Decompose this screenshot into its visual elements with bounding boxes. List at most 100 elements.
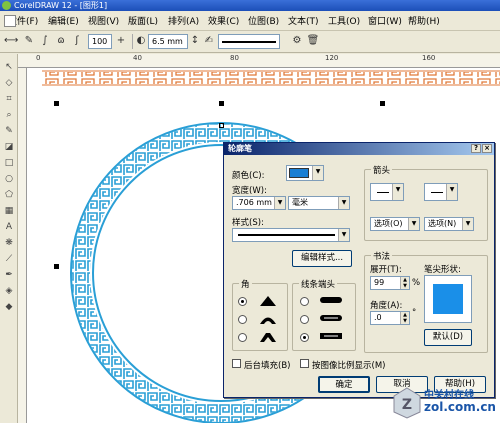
behind-fill-label: 后台填充(B) [244, 361, 291, 371]
ok-button[interactable]: 确定 [318, 376, 370, 393]
freehand-icon[interactable]: ⟷ [4, 34, 18, 48]
round-corner-icon [260, 317, 276, 324]
help-question-icon[interactable]: ? [471, 144, 481, 153]
menu-tools[interactable]: 工具(O) [324, 14, 364, 27]
line-caps-title: 线条端头 [299, 278, 338, 290]
bevel-corner-icon [260, 333, 276, 342]
arrow-options-left-dropdown[interactable]: 选项(O) ▼ [370, 217, 420, 231]
cap-butt-radio[interactable] [300, 297, 309, 306]
default-button[interactable]: 默认(D) [424, 329, 472, 346]
start-arrow-dropdown[interactable]: ▼ [370, 183, 404, 201]
basic-shapes-icon[interactable]: ▦ [2, 204, 16, 218]
menu-view[interactable]: 视图(V) [84, 14, 124, 27]
window-title-bar: CorelDRAW 12 - [图形1] [0, 0, 500, 11]
close-icon[interactable]: × [482, 144, 492, 153]
color-picker[interactable]: ▼ [286, 165, 324, 181]
smart-fill-icon[interactable]: ◪ [2, 140, 16, 154]
eyedropper-icon[interactable]: ⟋ [2, 252, 16, 266]
behind-fill-checkbox[interactable] [232, 359, 241, 368]
cap-round-radio[interactable] [300, 315, 309, 324]
zol-logo: Z [393, 387, 421, 419]
selection-handle-nw[interactable] [54, 101, 59, 106]
scale-with-image-label: 按图像比例显示(M) [312, 361, 386, 371]
watermark-brand: 中关村在线 [424, 390, 474, 401]
menu-effects[interactable]: 效果(C) [204, 14, 244, 27]
chevron-down-icon: ▼ [446, 184, 457, 200]
nib-shape-preview[interactable] [424, 275, 472, 323]
cap-square-radio[interactable] [300, 333, 309, 342]
nib-shape [433, 284, 463, 314]
menu-arrange[interactable]: 排列(A) [164, 14, 204, 27]
vertical-ruler[interactable] [18, 68, 27, 423]
svg-text:Z: Z [402, 397, 412, 413]
stretch-label: 展开(T): [370, 265, 402, 275]
interactive-fill-icon[interactable]: ◆ [2, 300, 16, 314]
stepper-icon[interactable]: ▲ ▼ [400, 312, 409, 324]
arrow-options-right-dropdown[interactable]: 选项(N) ▼ [424, 217, 474, 231]
menu-text[interactable]: 文本(T) [284, 14, 324, 27]
menu-layout[interactable]: 版面(L) [124, 14, 164, 27]
ellipse-tool-icon[interactable]: ○ [2, 172, 16, 186]
line-style-dropdown[interactable]: ▼ [232, 228, 350, 242]
spinner-icon[interactable]: ↕ [188, 34, 202, 48]
end-arrow-dropdown[interactable]: ▼ [424, 183, 458, 201]
pick-tool-icon[interactable]: ↖ [2, 60, 16, 74]
watermark-url: zol.com.cn [424, 400, 496, 414]
menu-edit[interactable]: 编辑(E) [44, 14, 84, 27]
chevron-down-icon: ▼ [312, 166, 323, 180]
corner-bevel-radio[interactable] [238, 333, 247, 342]
center-marker [219, 123, 224, 128]
chevron-down-icon: ▼ [392, 184, 403, 200]
selection-handle-w[interactable] [54, 264, 59, 269]
percent-label: % [412, 278, 421, 288]
polygon-tool-icon[interactable]: ⬠ [2, 188, 16, 202]
shape-tool-icon[interactable]: ◇ [2, 76, 16, 90]
delete-icon[interactable]: 🗑 [306, 34, 320, 48]
stretch-input[interactable]: 99 ▲ ▼ [370, 276, 410, 290]
freehand-tool-icon[interactable]: ✎ [2, 124, 16, 138]
unit-dropdown[interactable]: 毫米 ▼ [288, 196, 350, 210]
zoom-input[interactable]: 100 [88, 34, 112, 49]
outline-tool-icon[interactable]: ✒ [2, 268, 16, 282]
calligraphy-title: 书法 [371, 250, 393, 262]
menu-window[interactable]: 窗口(W) [364, 14, 404, 27]
angle-input[interactable]: .0 ▲ ▼ [370, 311, 410, 325]
settings-icon[interactable]: ⚙ [290, 34, 304, 48]
corner-round-radio[interactable] [238, 315, 247, 324]
document-icon [4, 15, 16, 27]
horizontal-ruler[interactable]: 0 40 80 120 160 [18, 54, 500, 68]
corner-miter-radio[interactable] [238, 297, 247, 306]
square-cap-icon [320, 333, 342, 339]
pressure-icon[interactable]: ✍ [202, 34, 216, 48]
scale-with-image-checkbox[interactable] [300, 359, 309, 368]
sprayer-icon[interactable]: ɷ [54, 34, 68, 48]
chevron-down-icon: ▼ [462, 218, 473, 230]
butt-cap-icon [320, 297, 342, 303]
coreldraw-icon [2, 1, 11, 10]
edit-style-button[interactable]: 编辑样式... [292, 250, 352, 267]
brush-icon[interactable]: ∫ [38, 34, 52, 48]
angle-label: 角度(A): [370, 301, 403, 311]
interactive-blend-icon[interactable]: ❋ [2, 236, 16, 250]
pen-icon[interactable]: ✎ [22, 34, 36, 48]
menu-help[interactable]: 帮助(H) [404, 14, 444, 27]
calligraphy-icon[interactable]: ʃ [70, 34, 84, 48]
outline-width-input[interactable]: 6.5 mm [148, 34, 188, 49]
property-bar: ⟷ ✎ ∫ ɷ ʃ 100 + ◐ 6.5 mm ↕ ✍ ⚙ 🗑 [0, 31, 500, 53]
greek-key-border[interactable] [42, 72, 500, 84]
degree-label: ° [412, 308, 417, 318]
selection-handle-ne[interactable] [380, 101, 385, 106]
stepper-icon[interactable]: ▲ ▼ [400, 277, 409, 289]
menu-bitmaps[interactable]: 位图(B) [244, 14, 284, 27]
line-style-dropdown[interactable] [218, 34, 280, 49]
style-label: 样式(S): [232, 218, 264, 228]
plus-icon[interactable]: + [114, 34, 128, 48]
fill-tool-icon[interactable]: ◈ [2, 284, 16, 298]
selection-handle-n[interactable] [219, 101, 224, 106]
crop-tool-icon[interactable]: ⌗ [2, 92, 16, 106]
rectangle-tool-icon[interactable]: □ [2, 156, 16, 170]
width-dropdown[interactable]: .706 mm ▼ [232, 196, 286, 210]
round-cap-icon [320, 315, 342, 321]
text-tool-icon[interactable]: A [2, 220, 16, 234]
zoom-tool-icon[interactable]: ⌕ [2, 108, 16, 122]
